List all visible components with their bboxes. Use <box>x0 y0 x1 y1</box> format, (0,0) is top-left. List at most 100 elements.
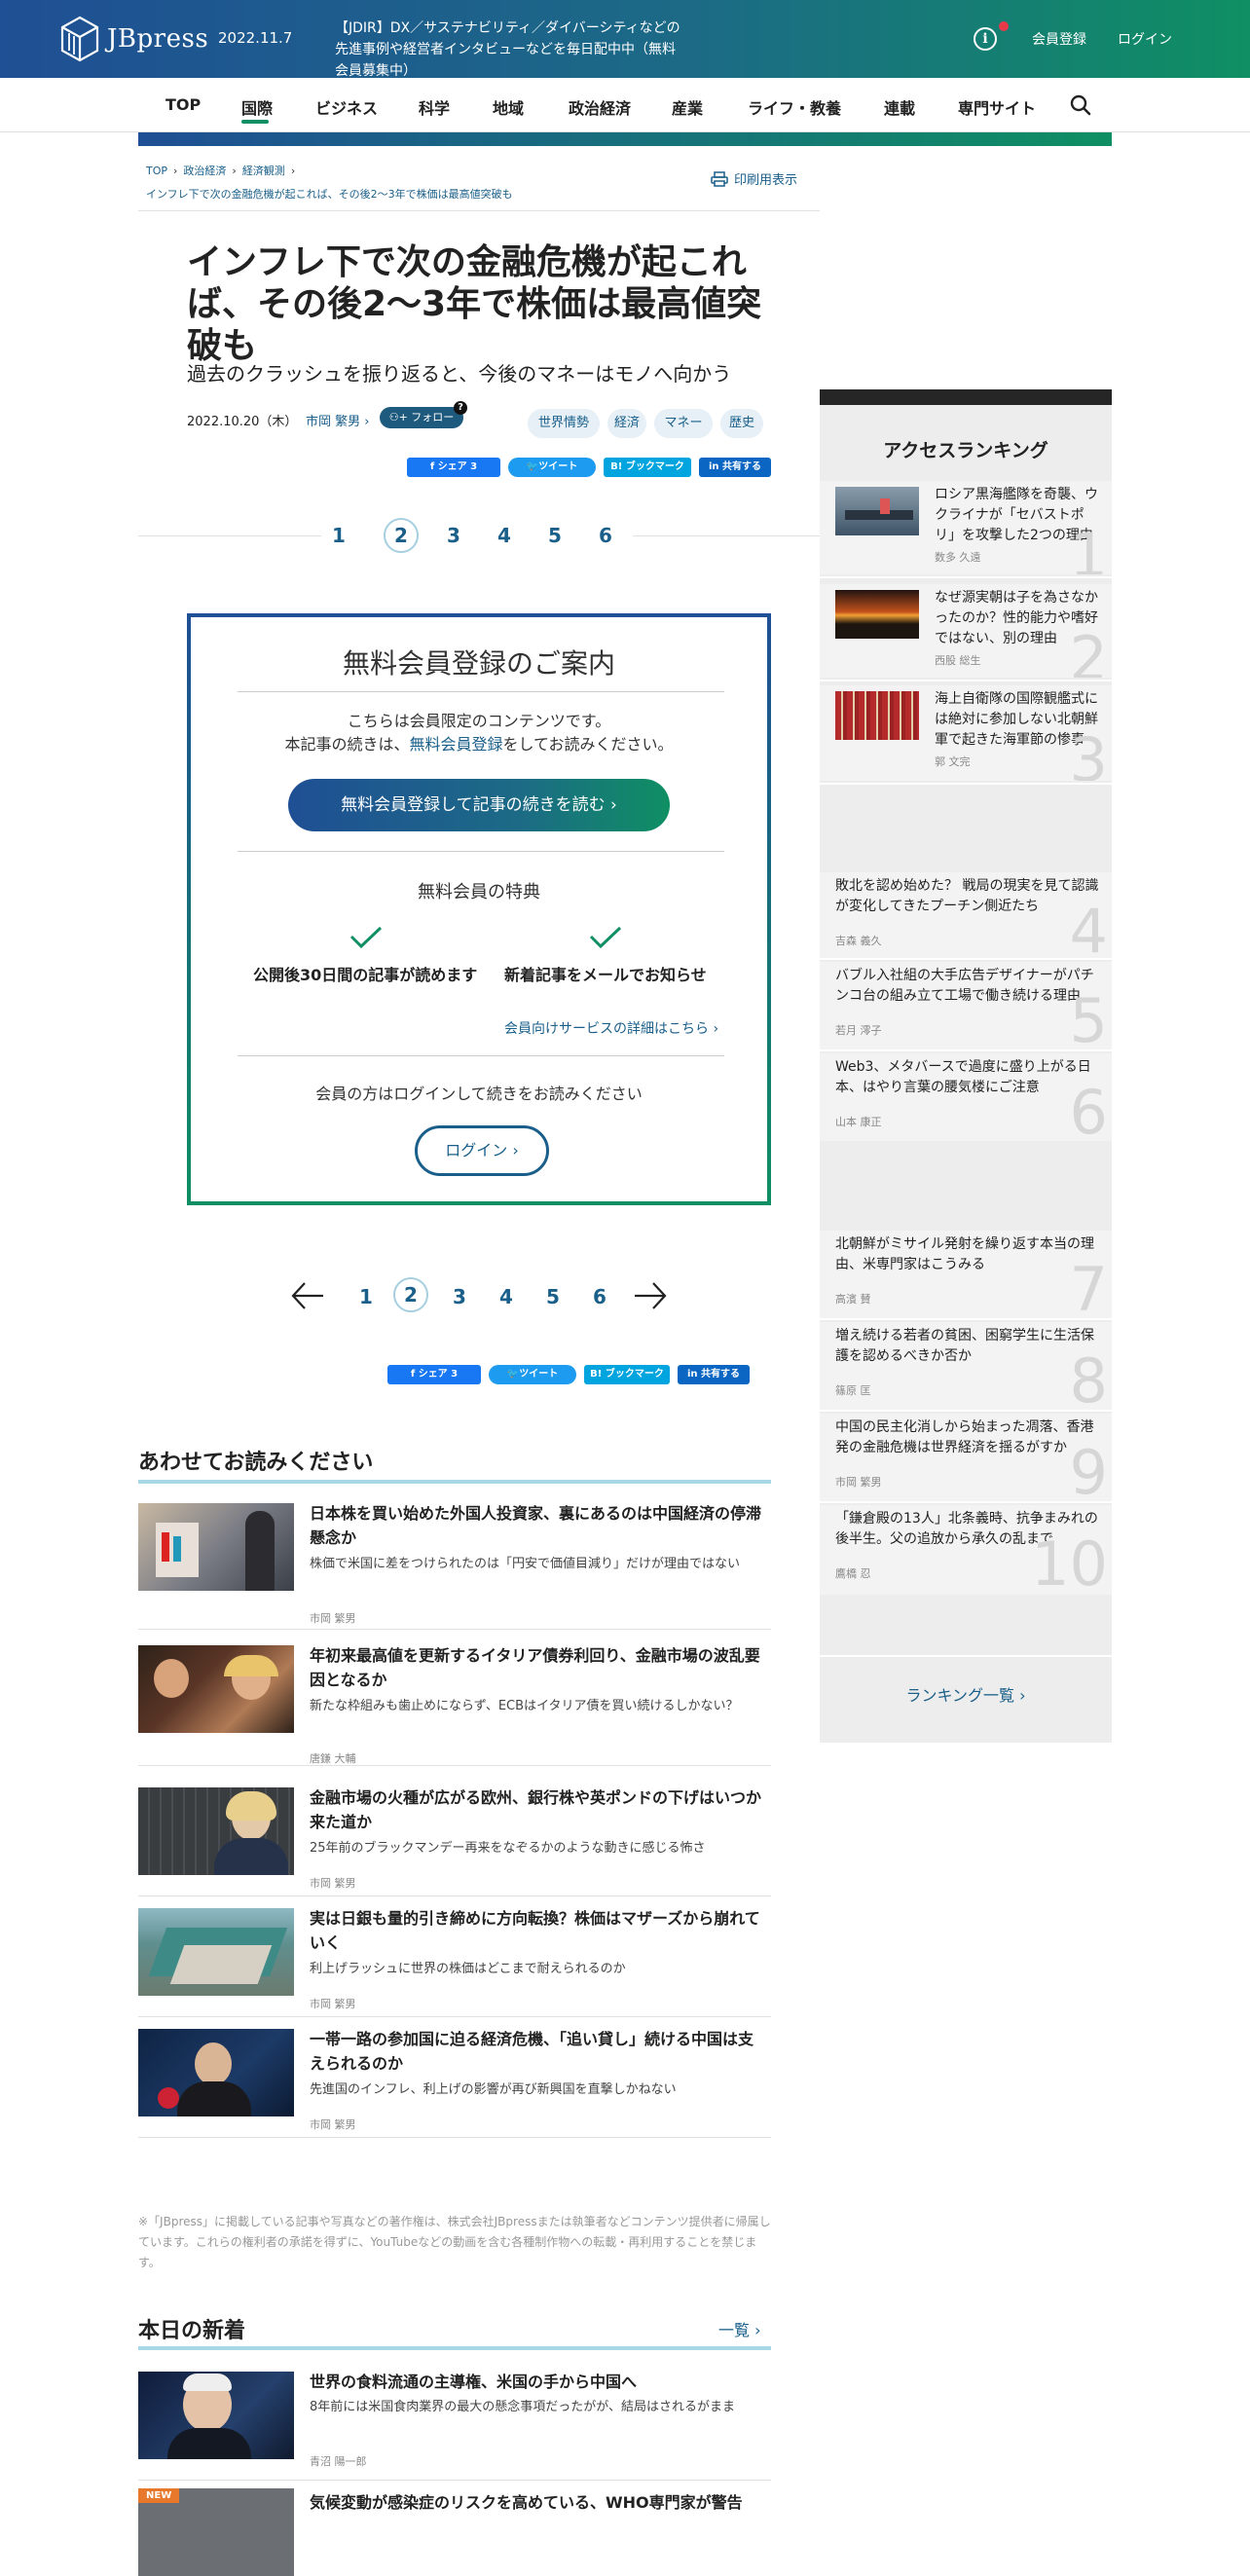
arrow-left-icon[interactable] <box>290 1279 325 1312</box>
article-author: 市岡 繁男 <box>310 1877 356 1890</box>
ranking-item-4[interactable]: 敗北を認め始めた？ 戦局の現実を見て認識が変化してきたプーチン側近たち 吉森 義… <box>820 872 1112 958</box>
free-registration-link[interactable]: 無料会員登録 <box>409 735 502 754</box>
printer-icon <box>711 170 728 187</box>
member-login-button[interactable]: ログイン › <box>415 1125 549 1176</box>
nav-item-politics-economy[interactable]: 政治経済 <box>569 95 631 119</box>
facebook-icon: f <box>410 1369 419 1380</box>
login-note: 会員の方はログインして続きをお読みください <box>315 1085 643 1103</box>
nav-item-life[interactable]: ライフ・教養 <box>748 95 841 119</box>
pager-bottom-page-5[interactable]: 5 <box>535 1279 570 1314</box>
nav-item-business[interactable]: ビジネス <box>315 95 378 119</box>
ranking-item-8[interactable]: 増え続ける若者の貧困、困窮学生に生活保護を認めるべきか否か 篠原 匡 8 <box>820 1322 1112 1410</box>
article-description: 先進国のインフレ、利上げの影響が再び新興国を直撃しかねない <box>310 2082 677 2097</box>
rank-number: 5 <box>1069 985 1108 1050</box>
pager-bottom-page-3[interactable]: 3 <box>442 1279 477 1314</box>
breadcrumb-item-top[interactable]: TOP <box>146 165 167 177</box>
nav-item-series[interactable]: 連載 <box>884 95 915 119</box>
site-logo[interactable]: JBpress <box>60 16 208 62</box>
tag-history[interactable]: 歴史 <box>720 409 763 438</box>
ranking-item-1[interactable]: ロシア黒海艦隊を奇襲、ウクライナが「セバストポリ」を攻撃した2つの理由 数多 久… <box>820 481 1112 574</box>
ranking-item-10[interactable]: 「鎌倉殿の13人」北条義時、抗争まみれの後半生。父の追放から承久の乱まで 鷹橋 … <box>820 1505 1112 1595</box>
new-article[interactable]: 世界の食料流通の主導権、米国の手から中国へ 8年前には米国食肉業界の最大の懸念事… <box>138 2372 771 2481</box>
linkedin-share-button[interactable]: in 共有する <box>699 458 771 477</box>
pager-page-5[interactable]: 5 <box>537 518 572 553</box>
nav-item-region[interactable]: 地域 <box>493 95 524 119</box>
nav-item-international[interactable]: 国際 <box>241 95 273 119</box>
twitter-share-button[interactable]: 🐦ツイート <box>508 458 596 477</box>
article-author-link[interactable]: 市岡 繁男 › <box>306 411 369 429</box>
pager-page-4[interactable]: 4 <box>487 518 522 553</box>
nav-item-science[interactable]: 科学 <box>419 95 450 119</box>
related-article[interactable]: 実は日銀も量的引き締めに方向転換？株価はマザーズから崩れていく 利上げラッシュに… <box>138 1908 771 2017</box>
ranking-item-5[interactable]: バブル入社組の大手広告デザイナーがパチンコ台の組み立て工場で働き続ける理由 若月… <box>820 962 1112 1049</box>
related-article[interactable]: 年初来最高値を更新するイタリア債券利回り、金融市場の波乱要因となるか 新たな枠組… <box>138 1645 771 1766</box>
ranking-author: 篠原 匡 <box>835 1384 871 1397</box>
related-article[interactable]: 金融市場の火種が広がる欧州、銀行株や英ポンドの下げはいつか来た道か 25年前のブ… <box>138 1787 771 1896</box>
breadcrumb-item-politics-economy[interactable]: 政治経済 <box>183 165 226 177</box>
linkedin-icon: in <box>708 461 723 472</box>
ranking-title: アクセスランキング <box>883 440 1048 461</box>
related-article[interactable]: 日本株を買い始めた外国人投資家、裏にあるのは中国経済の停滞懸念か 株価で米国に差… <box>138 1503 771 1630</box>
new-article[interactable]: NEW 気候変動が感染症のリスクを高めている、WHO専門家が警告 <box>138 2488 771 2576</box>
pager-page-1[interactable]: 1 <box>321 518 356 553</box>
article-thumbnail <box>138 1503 294 1591</box>
member-service-details-link[interactable]: 会員向けサービスの詳細はこちら › <box>504 1018 718 1038</box>
register-link[interactable]: 会員登録 <box>1032 29 1086 49</box>
divider <box>238 691 724 692</box>
nav-item-industry[interactable]: 産業 <box>672 95 703 119</box>
print-view-link[interactable]: 印刷用表示 <box>711 169 797 188</box>
nav-item-special-sites[interactable]: 専門サイト <box>958 95 1036 119</box>
register-and-read-button[interactable]: 無料会員登録して記事の続きを読む › <box>288 779 670 831</box>
breadcrumb-separator: › <box>290 165 296 177</box>
ranking-author: 市岡 繁男 <box>835 1476 882 1489</box>
pager-bottom-page-1[interactable]: 1 <box>349 1279 384 1314</box>
pager-bottom-page-6[interactable]: 6 <box>582 1279 617 1314</box>
pager-bottom-page-2-current[interactable]: 2 <box>393 1277 428 1312</box>
article-thumbnail <box>138 1787 294 1875</box>
article-author: 市岡 繁男 <box>310 1612 356 1625</box>
pager-page-2-current[interactable]: 2 <box>384 518 419 553</box>
facebook-share-button[interactable]: f シェア 3 <box>407 458 500 477</box>
tag-money[interactable]: マネー <box>654 409 713 438</box>
article-author: 市岡 繁男 <box>310 2118 356 2131</box>
login-link[interactable]: ログイン <box>1118 29 1172 49</box>
ranking-thumbnail <box>835 590 919 639</box>
divider <box>820 1655 1112 1657</box>
tag-world-affairs[interactable]: 世界情勢 <box>528 409 600 438</box>
related-article[interactable]: 一帯一路の参加国に迫る経済危機、「追い貸し」続ける中国は支えられるのか 先進国の… <box>138 2029 771 2138</box>
ranking-item-3[interactable]: 海上自衛隊の国際観艦式には絶対に参加しない北朝鮮軍で起きた海軍節の惨事 郭 文完… <box>820 685 1112 781</box>
pager-bottom-page-4[interactable]: 4 <box>489 1279 524 1314</box>
facebook-share-label: シェア 3 <box>437 461 478 472</box>
rank-number: 8 <box>1069 1345 1108 1411</box>
search-icon[interactable] <box>1069 93 1092 117</box>
divider <box>820 1318 1112 1320</box>
facebook-share-button-bottom[interactable]: f シェア 3 <box>387 1365 481 1384</box>
pager-page-6[interactable]: 6 <box>588 518 623 553</box>
arrow-right-icon[interactable] <box>633 1279 668 1312</box>
linkedin-share-button-bottom[interactable]: in 共有する <box>678 1365 750 1384</box>
hatena-bookmark-button[interactable]: B! ブックマーク <box>604 458 691 477</box>
nav-item-top[interactable]: TOP <box>165 95 201 114</box>
help-icon[interactable]: ? <box>454 401 467 415</box>
top-header: JBpress 2022.11.7 【JDIR】DX／サステナビリティ／ダイバー… <box>0 0 1250 79</box>
twitter-share-label: ツイート <box>538 461 578 472</box>
ranking-item-6[interactable]: Web3、メタバースで過度に盛り上がる日本、はやり言葉の腰気楼にご注意 山本 康… <box>820 1053 1112 1141</box>
breadcrumb-item-economic-watch[interactable]: 経済観測 <box>242 165 285 177</box>
article-headline: 実は日銀も量的引き締めに方向転換？株価はマザーズから崩れていく <box>310 1909 760 1952</box>
pager-page-3[interactable]: 3 <box>436 518 471 553</box>
header-notice-link[interactable]: 【JDIR】DX／サステナビリティ／ダイバーシティなどの先進事例や経営者インタビ… <box>335 18 685 82</box>
ranking-list-link[interactable]: ランキング一覧 › <box>820 1682 1112 1706</box>
divider <box>820 783 1112 785</box>
section-underline <box>138 1480 771 1484</box>
ranking-item-2[interactable]: なぜ源実朝は子を為さなかったのか？性的能力や嗜好ではない、別の理由 西股 総生 … <box>820 584 1112 678</box>
check-icon <box>349 926 383 949</box>
today-new-list-link[interactable]: 一覧 › <box>718 2317 761 2340</box>
info-icon[interactable]: i <box>974 27 997 51</box>
ranking-item-9[interactable]: 中国の民主化消しから始まった凋落、香港発の金融危機は世界経済を揺るがすか 市岡 … <box>820 1414 1112 1501</box>
breadcrumb-separator: › <box>232 165 237 177</box>
follow-button[interactable]: ⚇+ フォロー <box>380 407 463 428</box>
ranking-item-7[interactable]: 北朝鮮がミサイル発射を繰り返す本当の理由、米専門家はこうみる 高濱 賛 7 <box>820 1231 1112 1318</box>
hatena-bookmark-button-bottom[interactable]: B! ブックマーク <box>584 1365 670 1384</box>
tag-economy[interactable]: 経済 <box>607 409 646 438</box>
twitter-share-button-bottom[interactable]: 🐦ツイート <box>489 1365 576 1384</box>
